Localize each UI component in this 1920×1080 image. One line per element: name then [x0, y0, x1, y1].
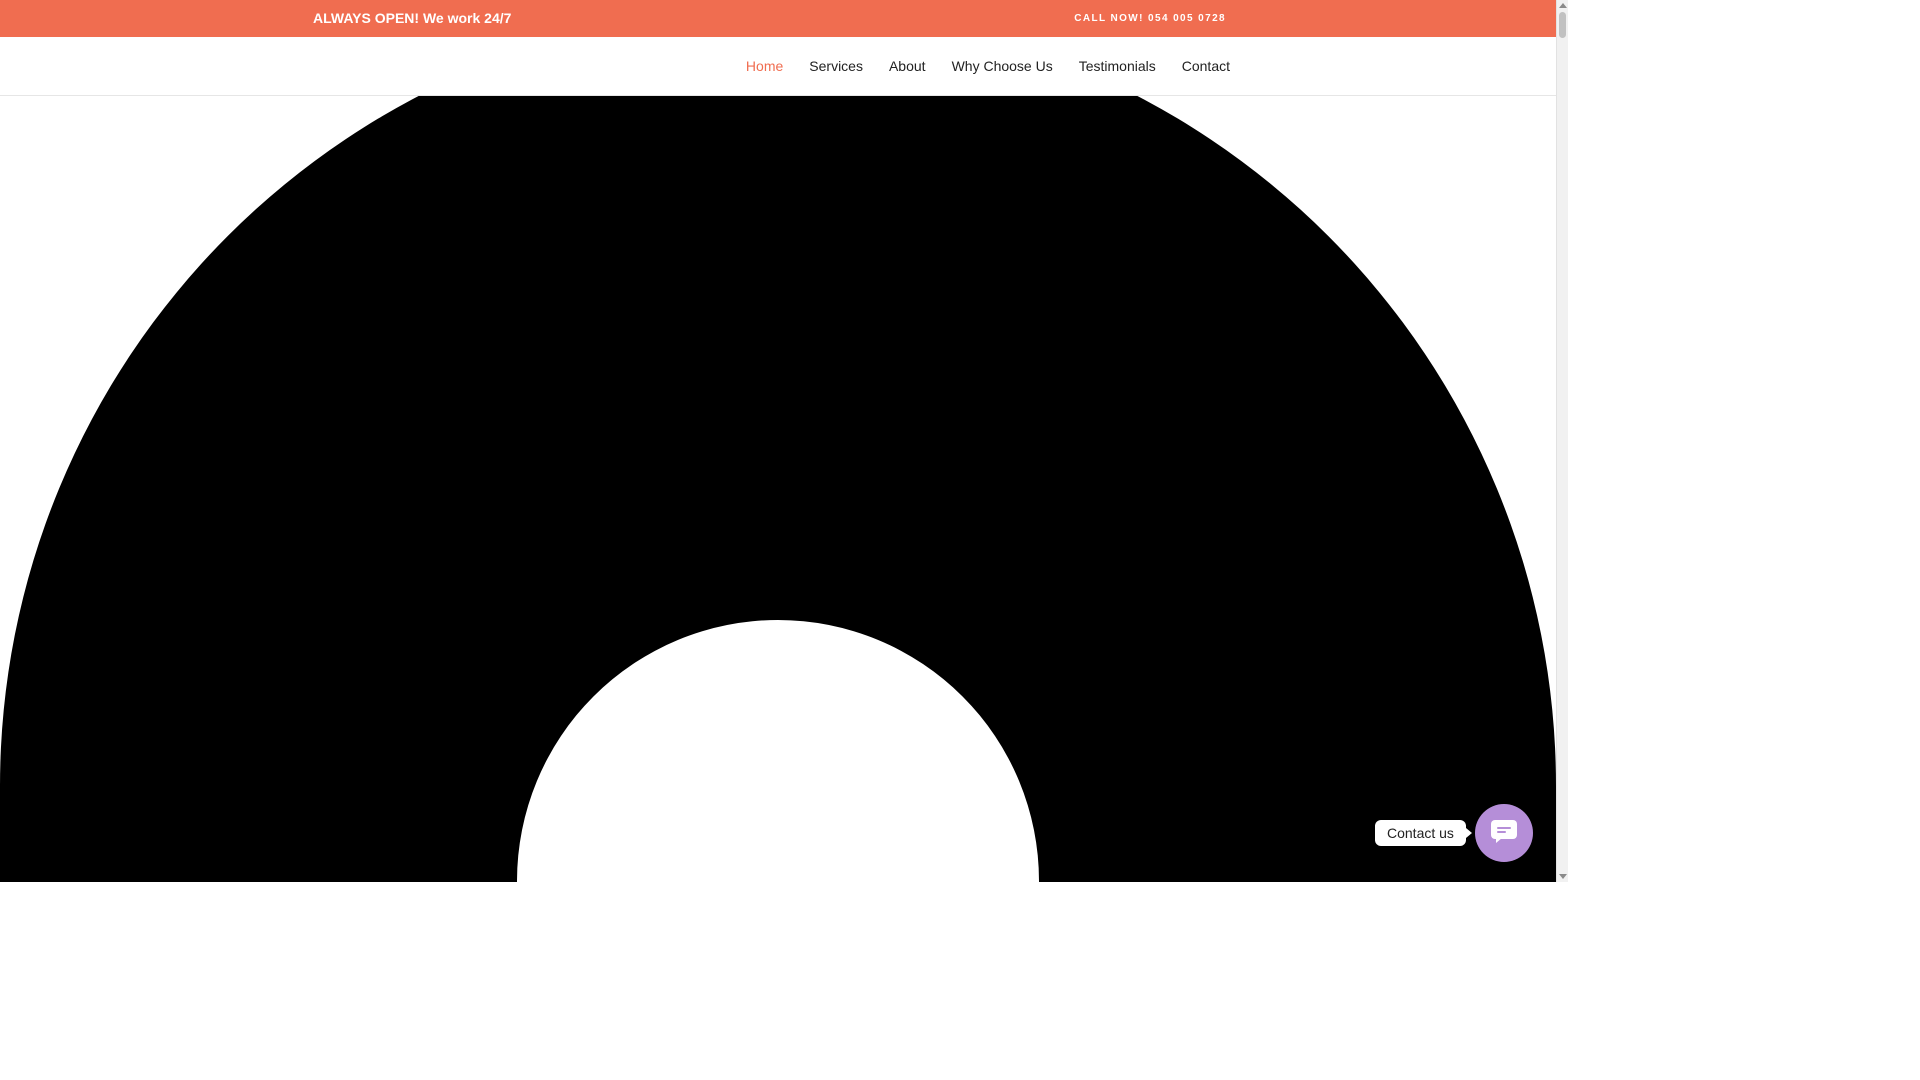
scroll-up-icon[interactable]: [1559, 3, 1567, 8]
page: ALWAYS OPEN! We work 24/7 CALL NOW! 054 …: [0, 0, 1568, 882]
contact-us-label[interactable]: Contact us: [1375, 820, 1472, 846]
chat-bubble-icon: [1490, 819, 1518, 848]
nav-services[interactable]: Services: [809, 58, 863, 74]
scrollbar-thumb[interactable]: [1559, 12, 1566, 38]
availability-text: ALWAYS OPEN! We work 24/7: [313, 10, 512, 26]
vertical-scrollbar[interactable]: [1556, 0, 1568, 882]
call-now-phone[interactable]: CALL NOW! 054 005 0728: [1074, 0, 1226, 37]
nav-contact[interactable]: Contact: [1182, 58, 1230, 74]
contact-button[interactable]: [1475, 804, 1533, 862]
hero-section: [0, 96, 1556, 882]
main-navigation: Home Services About Why Choose Us Testim…: [720, 37, 1230, 95]
contact-widget[interactable]: Contact us: [1375, 804, 1533, 862]
site-header: Home Services About Why Choose Us Testim…: [0, 37, 1556, 96]
nav-about[interactable]: About: [889, 58, 926, 74]
nav-why-choose-us[interactable]: Why Choose Us: [952, 58, 1053, 74]
nav-testimonials[interactable]: Testimonials: [1079, 58, 1156, 74]
black-ring-graphic: [0, 96, 1556, 882]
scroll-down-icon[interactable]: [1559, 874, 1567, 879]
nav-home[interactable]: Home: [746, 58, 783, 74]
top-announcement-bar: ALWAYS OPEN! We work 24/7 CALL NOW! 054 …: [0, 0, 1556, 37]
